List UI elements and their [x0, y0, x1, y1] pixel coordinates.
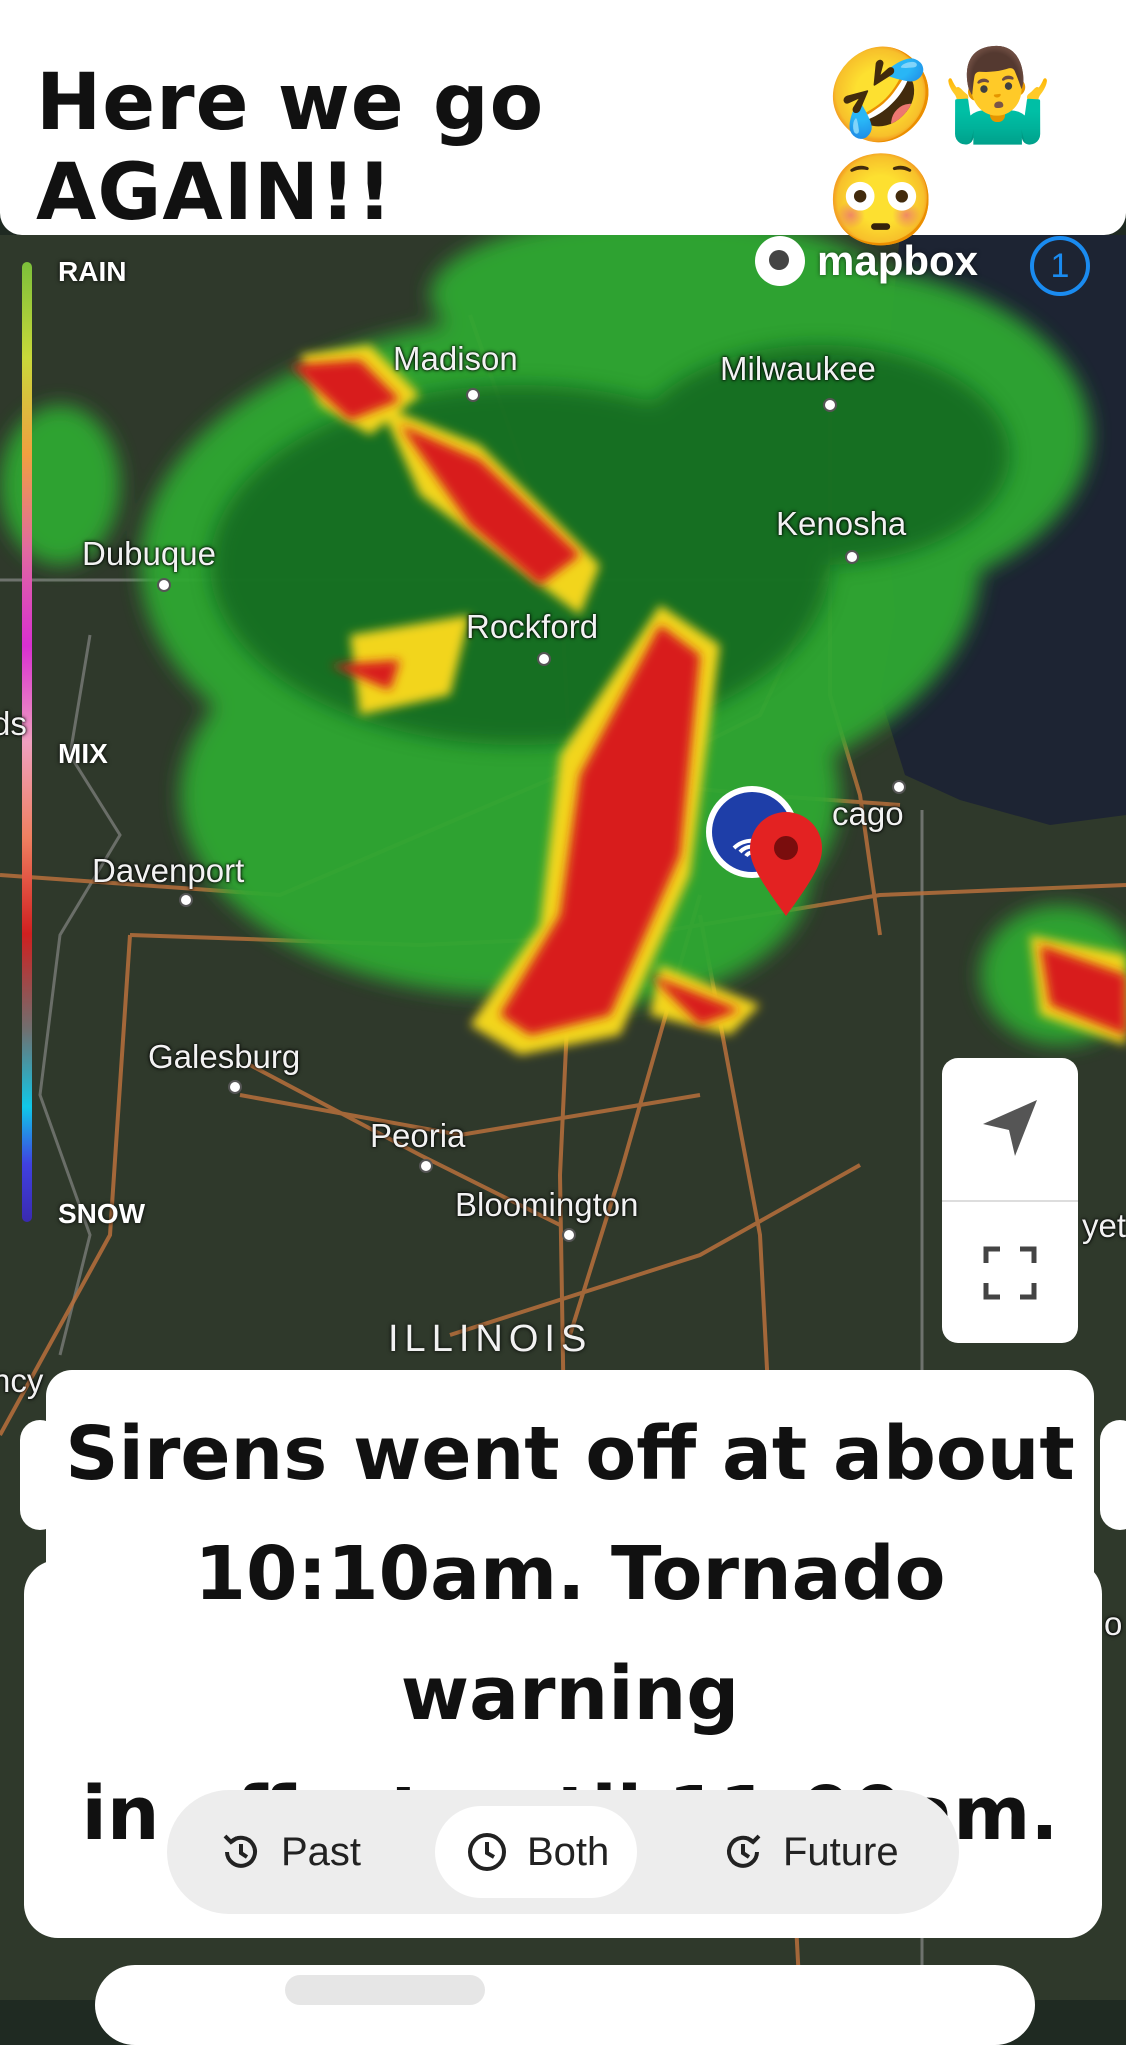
tab-past-label: Past — [281, 1829, 362, 1874]
bottom-sheet-grabber[interactable] — [285, 1975, 485, 2005]
caption-bottom: Sirens went off at about 10:10am. Tornad… — [46, 1370, 1094, 1857]
caption-top-emoji: 🤣🤷‍♂️😳 — [825, 45, 1058, 251]
forecast-icon — [727, 1834, 761, 1868]
city-label: Galesburg — [148, 1038, 301, 1075]
legend-mix: MIX — [58, 738, 108, 769]
city-dot — [466, 388, 480, 402]
mapbox-attribution[interactable]: mapbox — [755, 236, 978, 286]
mapbox-label: mapbox — [817, 237, 979, 284]
city-label: Rockford — [466, 608, 599, 645]
city-label: Bloomington — [455, 1186, 639, 1223]
bottom-sheet[interactable] — [95, 1965, 1035, 2045]
city-label: cago — [832, 795, 904, 832]
city-label: Dubuque — [82, 535, 216, 572]
navigation-arrow-icon — [983, 1100, 1037, 1156]
tab-both[interactable]: Both — [435, 1806, 638, 1898]
history-icon — [223, 1834, 257, 1868]
city-dot — [537, 652, 551, 666]
tab-both-label: Both — [527, 1829, 610, 1874]
tab-future[interactable]: Future — [719, 1806, 899, 1898]
side-peek-right — [1100, 1420, 1126, 1530]
fullscreen-icon — [983, 1246, 1037, 1299]
city-dot — [562, 1228, 576, 1242]
city-label: Peoria — [370, 1117, 466, 1154]
city-dot — [419, 1159, 433, 1173]
caption-top-text: Here we go AGAIN!! — [36, 57, 545, 238]
recenter-button[interactable] — [942, 1058, 1078, 1200]
edge-label: ds — [0, 705, 27, 742]
legend-snow: SNOW — [58, 1198, 146, 1229]
city-dot — [845, 550, 859, 564]
caption-top: Here we go AGAIN!! 🤣🤷‍♂️😳 — [0, 46, 1126, 251]
timeline-segmented-control: Past Both Future — [167, 1790, 959, 1914]
city-label: Milwaukee — [720, 350, 876, 387]
tab-past[interactable]: Past — [217, 1806, 361, 1898]
city-dot — [228, 1080, 242, 1094]
map-controls — [942, 1058, 1078, 1343]
mapbox-logo-icon — [755, 236, 805, 286]
caption-line-2: 10:10am. Tornado warning — [194, 1531, 946, 1737]
city-dot — [823, 398, 837, 412]
city-dot — [892, 780, 906, 794]
edge-label: yet — [1082, 1207, 1126, 1244]
city-label: Kenosha — [776, 505, 907, 542]
city-label: Davenport — [92, 852, 245, 889]
state-label: ILLINOIS — [388, 1318, 593, 1360]
fullscreen-button[interactable] — [942, 1202, 1078, 1343]
edge-label: o — [1104, 1605, 1123, 1642]
location-pin-icon[interactable] — [746, 810, 826, 920]
info-icon[interactable]: 1 — [1030, 236, 1090, 296]
city-dot — [157, 578, 171, 592]
legend-rain: RAIN — [58, 256, 127, 287]
clock-icon — [468, 1833, 506, 1871]
edge-label: ncy — [0, 1362, 44, 1399]
caption-line-1: Sirens went off at about — [65, 1411, 1075, 1497]
tab-future-label: Future — [783, 1829, 899, 1874]
city-label: Madison — [393, 340, 518, 377]
city-dot — [179, 893, 193, 907]
